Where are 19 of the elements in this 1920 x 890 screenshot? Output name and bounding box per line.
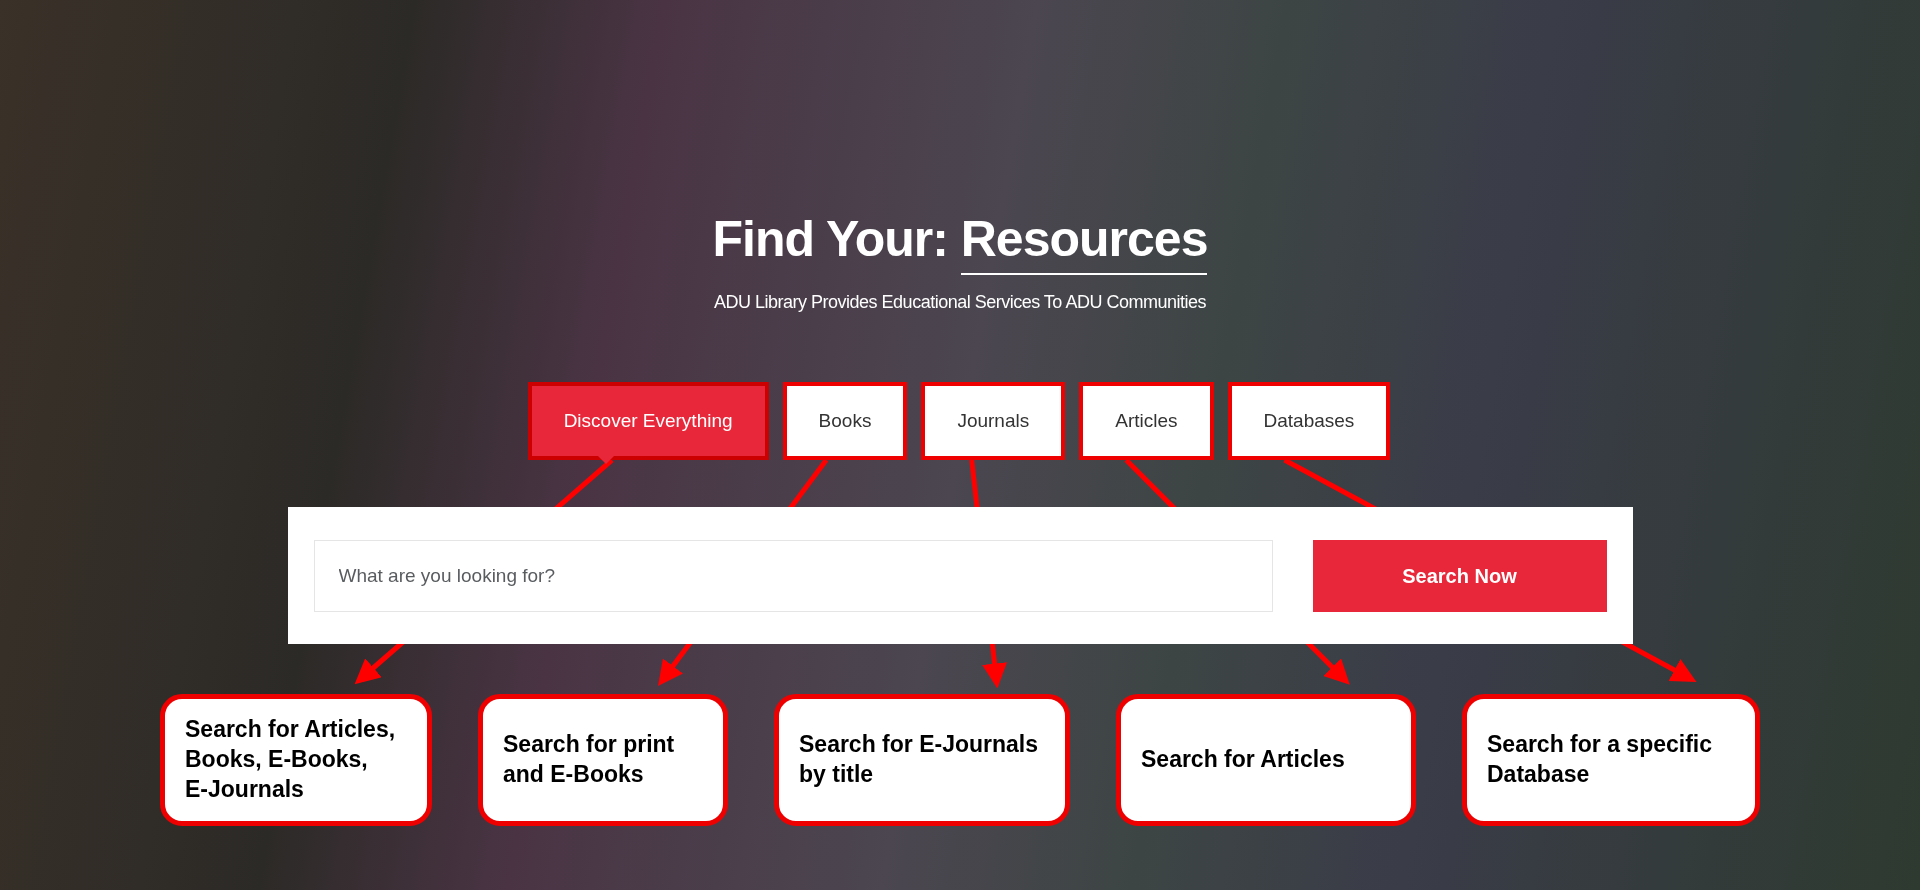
callout-text: Search for print [503,730,676,760]
search-tab[interactable]: Databases [1227,382,1391,460]
search-tab[interactable]: Books [782,382,908,460]
search-tab[interactable]: Articles [1079,382,1214,460]
callout-text: by title [799,760,875,789]
callout-text: Search for E-Journals [799,730,1040,760]
callout-text: Search for a specific [1487,730,1713,760]
search-field[interactable]: What are you looking for? [313,539,1273,612]
search-button[interactable]: Search Now [1312,539,1607,612]
hero-title: Find Your: [712,211,948,267]
callout-text: Database [1487,760,1591,789]
hero-title-word: Resources [960,211,1208,275]
search-tab[interactable]: Journals [921,382,1066,460]
callout-text: E-Journals [185,774,305,804]
callout-text: and E-Books [503,760,645,789]
callout-text: Search for Articles [1141,745,1346,775]
callout-text: Search for Articles, [185,715,397,745]
callout-text: Books, E-Books, [185,745,369,775]
hero-subtitle: ADU Library Provides Educational Services To ADU Communities [714,291,1206,314]
